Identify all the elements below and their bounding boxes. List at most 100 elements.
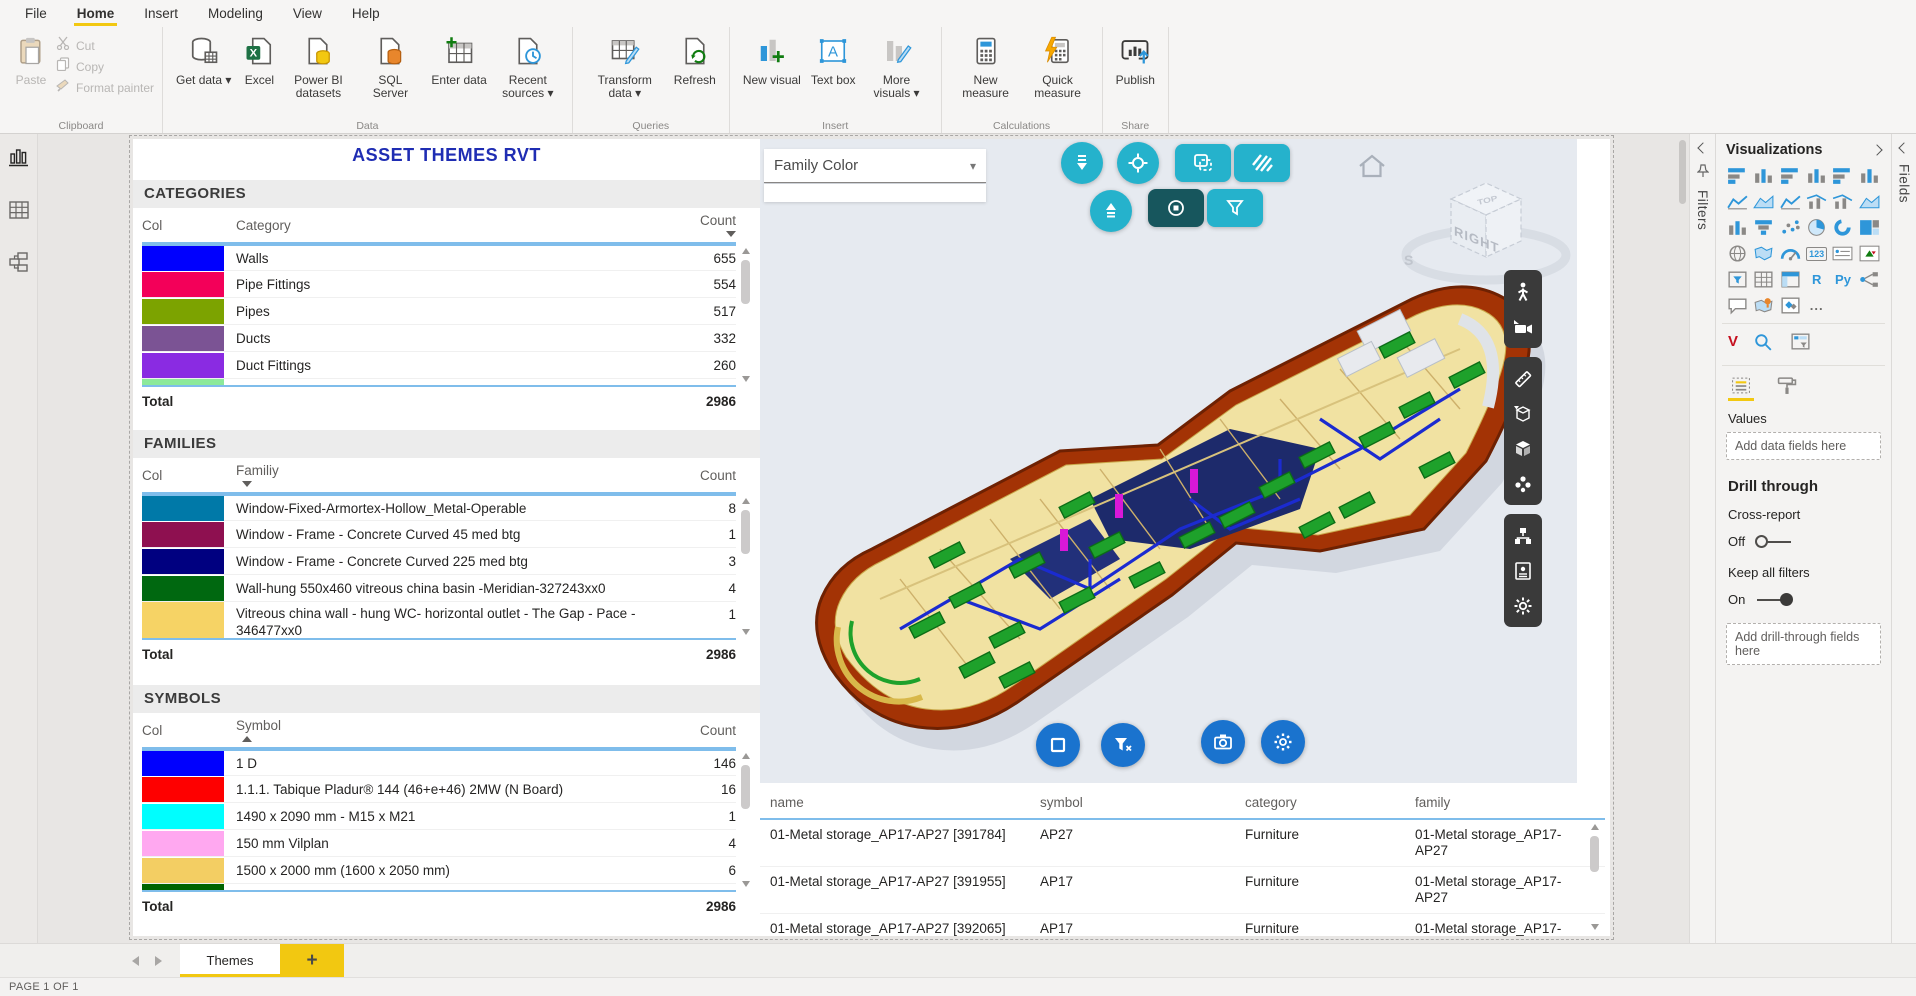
add-page-button[interactable]: + [280,944,344,977]
stacked-bar-chart-icon[interactable] [1726,166,1749,185]
clustered-bar-chart-icon[interactable] [1779,166,1802,185]
menu-tab-help[interactable]: Help [337,0,395,27]
table-row[interactable]: Walls 655 [142,244,736,271]
expand-filters-icon[interactable] [1697,142,1708,153]
properties-card-button[interactable] [1504,553,1542,588]
camera-path-button[interactable] [1504,309,1542,344]
quick-measure-button[interactable]: Quick measure [1022,32,1094,104]
table-row[interactable]: Window - Frame - Concrete Curved 225 med… [142,548,736,575]
families-table-header[interactable]: Col Familiy Count [142,458,736,494]
recent-sources-button[interactable]: Recent sources ▾ [492,32,564,104]
collapse-down-button[interactable] [1061,142,1103,184]
focus-mode-button[interactable] [1117,142,1159,184]
transform-data-button[interactable]: Transform data ▾ [581,32,669,104]
table-row[interactable]: Pipes 517 [142,298,736,325]
table-scrollbar[interactable] [739,753,752,887]
excel-button[interactable]: X Excel [236,32,282,91]
scroll-up-icon[interactable] [742,248,750,254]
next-page-icon[interactable] [155,956,162,966]
table-scrollbar[interactable] [739,498,752,635]
scroll-up-icon[interactable] [742,753,750,759]
menu-tab-modeling[interactable]: Modeling [193,0,278,27]
qa-visual-icon[interactable] [1726,296,1749,315]
ribbon-chart-icon[interactable] [1858,192,1881,211]
enter-data-button[interactable]: Enter data [426,32,491,91]
scroll-down-icon[interactable] [742,376,750,382]
section-box-button[interactable] [1504,396,1542,431]
values-field-well[interactable]: Add data fields here [1726,432,1881,460]
scroll-thumb[interactable] [741,510,750,554]
categories-table-header[interactable]: Col Category Count [142,208,736,244]
collapse-visualizations-icon[interactable] [1871,144,1882,155]
get-data-button[interactable]: Get data ▾ [171,32,236,91]
screenshot-button[interactable] [1201,720,1245,764]
categories-visual[interactable]: CATEGORIES Col Category Count Walls 655 [133,180,760,416]
card-visual-icon[interactable]: 123 [1806,247,1827,261]
sql-server-button[interactable]: SQL Server [354,32,426,104]
table-row[interactable]: 1490 x 2090 mm - M15 x M21 1 [142,803,736,830]
refresh-button[interactable]: Refresh [669,32,721,91]
table-row[interactable]: Ducts 332 [142,325,736,352]
menu-tab-home[interactable]: Home [62,0,130,27]
canvas-scrollbar[interactable] [1679,140,1686,204]
hatch-isolate-button[interactable] [1234,144,1290,182]
previous-page-icon[interactable] [132,956,139,966]
table-visual-icon[interactable] [1752,270,1775,289]
filled-map-icon[interactable] [1752,244,1775,263]
line-clustered-column-chart-icon[interactable] [1831,192,1854,211]
r-script-visual-icon[interactable]: R [1812,272,1821,287]
symbols-visual[interactable]: SYMBOLS Col Symbol Count 1 D 146 [133,685,760,921]
stacked-column-chart-icon[interactable] [1752,166,1775,185]
scroll-thumb[interactable] [741,260,750,304]
more-visual-options-icon[interactable]: ... [1810,298,1824,313]
scatter-chart-icon[interactable] [1779,218,1802,237]
drill-through-field-well[interactable]: Add drill-through fields here [1726,623,1881,665]
pie-chart-icon[interactable] [1805,218,1828,237]
menu-tab-insert[interactable]: Insert [129,0,193,27]
report-template-icon[interactable] [1789,332,1812,351]
powerbi-datasets-button[interactable]: Power BI datasets [282,32,354,104]
table-row[interactable]: Window-Fixed-Armortex-Hollow_Metal-Opera… [142,494,736,521]
theme-select-dropdown[interactable]: Family Color ▾ [764,149,986,183]
custom-visual-icon[interactable]: V [1728,333,1738,350]
scroll-down-icon[interactable] [742,881,750,887]
table-row[interactable]: Window - Frame - Concrete Curved 45 med … [142,521,736,548]
settings-button[interactable] [1261,720,1305,764]
publish-button[interactable]: Publish [1111,32,1160,91]
map-icon[interactable] [1726,244,1749,263]
details-table-header[interactable]: name symbol category family [760,786,1605,820]
table-scrollbar[interactable] [739,248,752,382]
explode-model-button[interactable] [1504,431,1542,466]
more-visuals-button[interactable]: More visuals ▾ [861,32,933,104]
100-stacked-bar-chart-icon[interactable] [1831,166,1854,185]
symbols-table-header[interactable]: Col Symbol Count [142,713,736,749]
text-box-button[interactable]: A Text box [806,32,861,91]
tab-fields[interactable] [1728,376,1754,401]
model-view-button[interactable] [6,250,32,274]
scroll-down-icon[interactable] [1591,924,1599,930]
families-visual[interactable]: FAMILIES Col Familiy Count Window-Fixed-… [133,430,760,669]
scroll-thumb[interactable] [741,765,750,809]
select-mode-button[interactable] [1148,189,1204,227]
data-view-button[interactable] [6,198,32,222]
new-visual-button[interactable]: New visual [738,32,806,91]
menu-tab-file[interactable]: File [10,0,62,27]
cross-report-toggle[interactable] [1757,541,1791,543]
area-chart-icon[interactable] [1752,192,1775,211]
filter-mode-button[interactable] [1207,189,1263,227]
table-row[interactable]: 1.1.1. Tabique Pladur® 144 (46+e+46) 2MW… [142,776,736,803]
filters-pane-label[interactable]: Filters [1695,190,1710,230]
3d-building-model[interactable]: S TOP RIGHT [760,139,1577,783]
scroll-down-icon[interactable] [742,629,750,635]
parts-cluster-button[interactable] [1504,466,1542,501]
clustered-column-chart-icon[interactable] [1805,166,1828,185]
report-canvas[interactable]: ASSET THEMES RVT CATEGORIES Col Category… [38,134,1689,943]
donut-chart-icon[interactable] [1831,218,1854,237]
scroll-thumb[interactable] [1590,836,1599,872]
menu-tab-view[interactable]: View [278,0,337,27]
table-row[interactable]: 01-Metal storage_AP17-AP27 [392065] AP17… [760,914,1605,936]
report-page[interactable]: ASSET THEMES RVT CATEGORIES Col Category… [133,139,1610,936]
theme-select-subrow[interactable] [764,184,986,202]
paste-button[interactable]: Paste [8,32,54,91]
table-row[interactable]: Vitreous china wall - hung WC- horizonta… [142,602,736,640]
